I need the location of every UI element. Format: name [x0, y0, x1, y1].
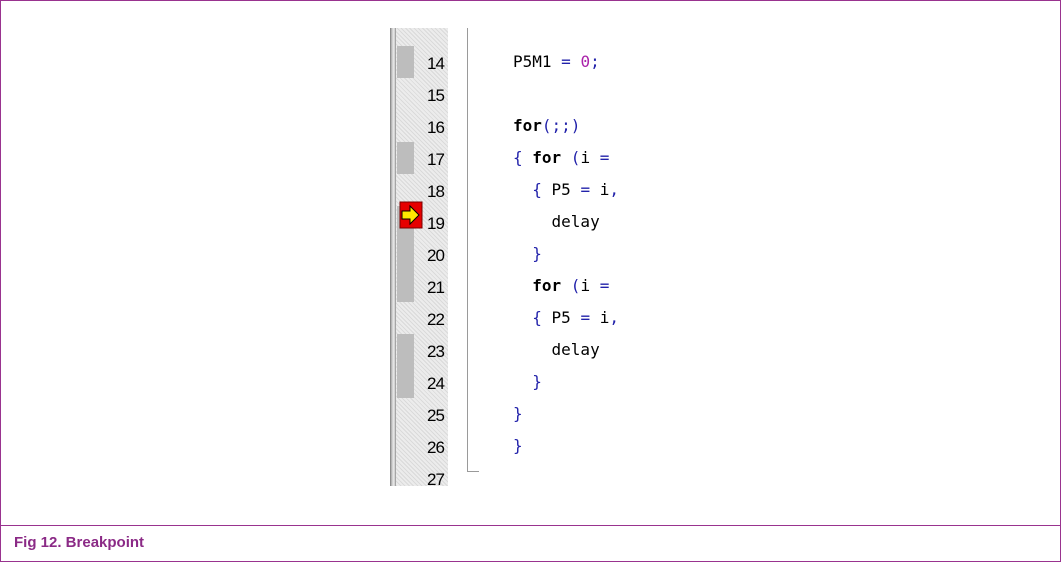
code-token: (: [570, 276, 581, 295]
breakpoint-marker[interactable]: [397, 46, 414, 78]
code-text[interactable]: for (i =: [513, 276, 609, 295]
code-line: 16 for(;;): [390, 110, 682, 142]
code-token: P5: [551, 180, 581, 199]
line-number: 15: [427, 86, 445, 105]
code-line: 18 { P5 = i,: [390, 174, 682, 206]
line-number: 27: [427, 470, 445, 486]
caption-divider: [0, 525, 1061, 526]
code-token: for: [513, 116, 542, 135]
code-token: =: [580, 308, 600, 327]
code-text[interactable]: { P5 = i,: [513, 180, 619, 199]
code-text[interactable]: delay: [513, 340, 600, 359]
code-line: 24 }: [390, 366, 682, 398]
figure-caption: Fig 12. Breakpoint: [14, 534, 145, 551]
code-line: 23 delay: [390, 334, 682, 366]
code-token: }: [513, 404, 523, 423]
code-token: (: [570, 148, 581, 167]
code-line: 20 }: [390, 238, 682, 270]
line-number: 26: [427, 438, 445, 457]
line-number: 16: [427, 118, 445, 137]
code-token: =: [580, 180, 600, 199]
code-text[interactable]: }: [513, 436, 523, 455]
breakpoint-marker[interactable]: [397, 270, 414, 302]
code-editor: 14 P5M1 = 0; 15 16 for(;;) 17{ for (i = 18 { P…: [390, 28, 682, 486]
code-token: P5M1: [513, 52, 562, 71]
line-number: 18: [427, 182, 445, 201]
line-number: 17: [427, 150, 445, 169]
code-token: delay: [513, 212, 600, 231]
fold-guide-end: [467, 471, 479, 472]
code-line: 17 { for (i =: [390, 142, 682, 174]
line-number: 14: [427, 54, 445, 73]
code-text[interactable]: { P5 = i,: [513, 308, 619, 327]
code-token: (;;): [541, 116, 581, 135]
code-line: 26}: [390, 430, 682, 462]
code-token: P5: [551, 308, 581, 327]
code-token: }: [513, 372, 542, 391]
code-token: for: [532, 148, 571, 167]
code-line: 27: [390, 462, 682, 486]
code-token: =: [561, 52, 581, 71]
code-line: 19 delay: [390, 206, 682, 238]
execution-arrow-icon: [399, 201, 423, 229]
code-line: 14 P5M1 = 0;: [390, 46, 682, 78]
code-token: }: [513, 244, 542, 263]
line-number: 25: [427, 406, 445, 425]
code-text[interactable]: }: [513, 404, 523, 423]
line-number: 19: [427, 214, 445, 233]
fold-guide-line: [467, 28, 468, 472]
code-line: 22 { P5 = i,: [390, 302, 682, 334]
code-token: {: [513, 148, 533, 167]
code-text[interactable]: for(;;): [513, 116, 580, 135]
breakpoint-marker[interactable]: [397, 366, 414, 398]
code-token: ,: [609, 308, 619, 327]
code-text[interactable]: { for (i =: [513, 148, 609, 167]
code-text[interactable]: delay: [513, 212, 600, 231]
code-token: ,: [609, 180, 619, 199]
code-line: 15: [390, 78, 682, 110]
code-text[interactable]: }: [513, 244, 542, 263]
code-token: =: [599, 276, 610, 295]
code-token: i: [599, 308, 610, 327]
breakpoint-marker[interactable]: [397, 334, 414, 366]
breakpoint-marker[interactable]: [397, 142, 414, 174]
line-number: 20: [427, 246, 445, 265]
code-line: 21 for (i =: [390, 270, 682, 302]
line-number: 22: [427, 310, 445, 329]
code-token: i: [580, 148, 600, 167]
code-text[interactable]: P5M1 = 0;: [513, 52, 600, 71]
code-token: {: [513, 308, 552, 327]
code-token: i: [599, 180, 610, 199]
code-token: delay: [513, 340, 600, 359]
code-token: =: [599, 148, 610, 167]
code-token: {: [513, 180, 552, 199]
code-token: }: [513, 436, 523, 455]
code-text[interactable]: }: [513, 372, 542, 391]
line-number: 21: [427, 278, 445, 297]
line-number: 23: [427, 342, 445, 361]
code-token: ;: [590, 52, 600, 71]
breakpoint-marker[interactable]: [397, 238, 414, 270]
code-token: i: [580, 276, 600, 295]
code-line: 25}: [390, 398, 682, 430]
code-token: 0: [580, 52, 591, 71]
code-token: for: [532, 276, 571, 295]
line-number: 24: [427, 374, 445, 393]
